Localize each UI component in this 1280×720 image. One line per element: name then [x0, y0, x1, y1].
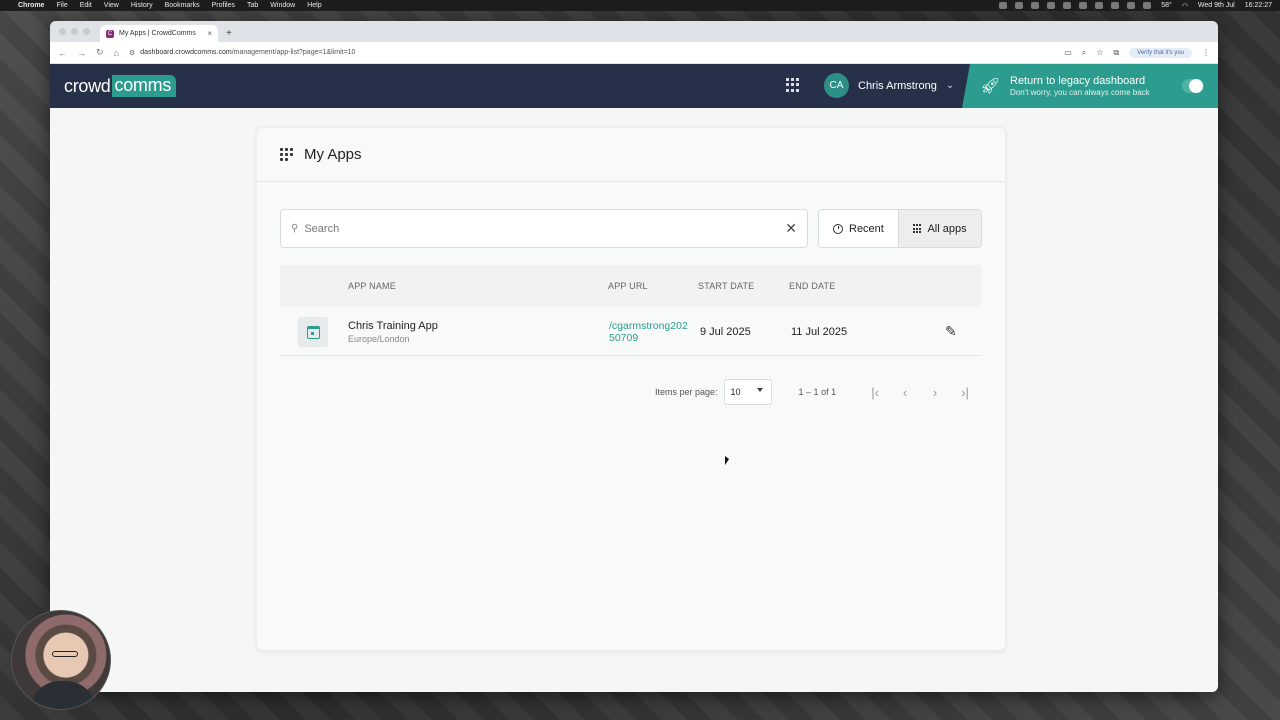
menu-file[interactable]: File: [56, 2, 67, 9]
search-icon: ⚲: [291, 223, 299, 234]
items-per-page-label: Items per page:: [655, 387, 718, 397]
apps-dots-icon: [280, 147, 294, 162]
forward-icon[interactable]: →: [77, 48, 86, 58]
items-per-page-select[interactable]: 10: [723, 379, 772, 405]
table-row[interactable]: Chris Training App Europe/London /cgarms…: [280, 307, 982, 356]
app-start-date: 9 Jul 2025: [700, 326, 751, 338]
app-timezone: Europe/London: [348, 334, 410, 344]
all-apps-button[interactable]: All apps: [897, 210, 981, 247]
chevron-down-icon: ⌄: [945, 80, 955, 91]
weather-temp: 58°: [1161, 2, 1172, 9]
app-url-link[interactable]: /cgarmstrong20250709: [609, 320, 693, 344]
clock-icon: [833, 223, 843, 234]
window-controls: [59, 28, 90, 35]
browser-window: C My Apps | CrowdComms × + ← → ↻ ⌂ ⚙ das…: [50, 21, 1218, 692]
app-name[interactable]: Chris Training App: [348, 320, 438, 332]
menubar-date: Wed 9th Jul: [1197, 2, 1235, 9]
tab-close-icon[interactable]: ×: [207, 29, 212, 38]
search-input[interactable]: [304, 222, 786, 235]
menu-history[interactable]: History: [131, 2, 153, 9]
close-window-button[interactable]: [59, 28, 66, 35]
apps-grid-icon[interactable]: [786, 78, 800, 92]
menu-bookmarks[interactable]: Bookmarks: [165, 2, 200, 9]
column-start-date: START DATE: [698, 281, 755, 291]
paginator: Items per page: 10 1 – 1 of 1 |‹ ‹ › ›|: [655, 379, 972, 405]
webcam-overlay: [11, 610, 111, 710]
menu-window[interactable]: Window: [270, 2, 295, 9]
url-domain: dashboard.crowdcomms.com: [140, 49, 232, 56]
user-menu[interactable]: CA Chris Armstrong ⌄: [824, 73, 954, 98]
avatar: CA: [824, 73, 849, 98]
user-name: Chris Armstrong: [858, 79, 937, 92]
recent-button[interactable]: Recent: [819, 210, 898, 247]
menu-app-name[interactable]: Chrome: [18, 2, 44, 9]
edit-pencil-icon[interactable]: ✎: [945, 323, 957, 340]
menu-view[interactable]: View: [104, 2, 119, 9]
legacy-toggle[interactable]: [1182, 79, 1204, 93]
column-end-date: END DATE: [789, 281, 836, 291]
legacy-title: Return to legacy dashboard: [1010, 75, 1146, 87]
last-page-icon[interactable]: ›|: [958, 385, 972, 400]
app-calendar-icon: [298, 317, 328, 347]
wifi-icon[interactable]: ◠: [1182, 2, 1188, 10]
menu-profiles[interactable]: Profiles: [212, 2, 235, 9]
menu-edit[interactable]: Edit: [80, 2, 92, 9]
crowdcomms-favicon-icon: C: [106, 29, 114, 38]
menu-help[interactable]: Help: [307, 2, 321, 9]
site-info-icon[interactable]: ⚙: [129, 49, 135, 57]
bookmark-star-icon[interactable]: ☆: [1096, 48, 1103, 57]
logo-comms: comms: [111, 75, 177, 97]
app-header: crowd comms CA Chris Armstrong ⌄ 🚀︎ Retur…: [50, 64, 1218, 108]
page-title: My Apps: [304, 146, 362, 163]
extensions-icon[interactable]: ⧉: [1113, 48, 1119, 58]
menubar-time: 16:22:27: [1244, 2, 1272, 9]
page-range: 1 – 1 of 1: [798, 387, 837, 397]
app-end-date: 11 Jul 2025: [791, 326, 848, 338]
my-apps-card: My Apps ⚲ ✕ Recent All apps APP NAME APP…: [256, 127, 1006, 651]
grid-icon: [912, 224, 922, 233]
rocket-icon: 🚀︎: [980, 78, 1001, 95]
previous-page-icon[interactable]: ‹: [898, 385, 912, 400]
card-header: My Apps: [257, 128, 1005, 182]
minimize-window-button[interactable]: [71, 28, 78, 35]
address-bar[interactable]: ⚙ dashboard.crowdcomms.com/management/ap…: [129, 49, 355, 57]
back-icon[interactable]: ←: [58, 48, 67, 58]
column-app-name: APP NAME: [348, 281, 396, 291]
all-apps-label: All apps: [927, 222, 967, 235]
filter-toggle-group: Recent All apps: [818, 209, 982, 248]
new-tab-icon[interactable]: +: [226, 28, 232, 39]
recent-label: Recent: [849, 222, 884, 235]
home-icon[interactable]: ⌂: [114, 48, 119, 58]
browser-toolbar: ← → ↻ ⌂ ⚙ dashboard.crowdcomms.com/manag…: [50, 42, 1218, 64]
reload-icon[interactable]: ↻: [96, 47, 104, 58]
first-page-icon[interactable]: |‹: [868, 385, 882, 400]
zoom-icon[interactable]: ⌕: [1082, 48, 1086, 58]
legacy-dashboard-banner[interactable]: 🚀︎ Return to legacy dashboard Don't worr…: [962, 64, 1218, 108]
url-path: /management/app-list?page=1&limit=10: [231, 49, 356, 56]
status-tray-icons: [999, 2, 1152, 9]
search-box[interactable]: ⚲ ✕: [280, 209, 808, 248]
tab-title: My Apps | CrowdComms: [119, 30, 196, 37]
menu-tab[interactable]: Tab: [247, 2, 258, 9]
crowdcomms-logo[interactable]: crowd comms: [64, 75, 177, 97]
column-app-url: APP URL: [608, 281, 648, 291]
next-page-icon[interactable]: ›: [928, 385, 942, 400]
tab-strip: C My Apps | CrowdComms × +: [50, 21, 1218, 42]
verify-identity-chip[interactable]: Verify that it's you: [1129, 47, 1192, 58]
apps-table: APP NAME APP URL START DATE END DATE Chr…: [280, 265, 982, 356]
table-header: APP NAME APP URL START DATE END DATE: [280, 265, 982, 307]
clear-search-icon[interactable]: ✕: [785, 220, 797, 237]
logo-crowd: crowd: [64, 75, 111, 96]
items-per-page-value: 10: [730, 387, 741, 397]
cast-icon[interactable]: ▭: [1064, 48, 1072, 57]
mouse-cursor: [725, 456, 729, 465]
zoom-window-button[interactable]: [83, 28, 90, 35]
legacy-subtitle: Don't worry, you can always come back: [1010, 88, 1150, 97]
browser-tab[interactable]: C My Apps | CrowdComms ×: [100, 25, 218, 42]
browser-menu-icon[interactable]: ⋮: [1202, 48, 1210, 57]
mac-menubar: Chrome File Edit View History Bookmarks …: [0, 0, 1280, 11]
dropdown-caret-icon: [756, 388, 763, 392]
